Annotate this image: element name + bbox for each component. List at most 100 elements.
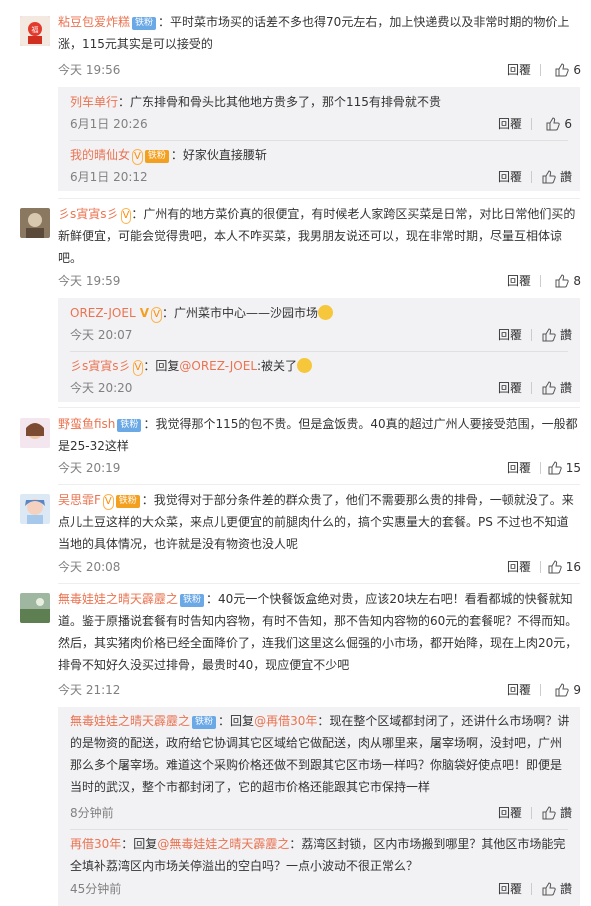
- like-label: 讚: [559, 381, 572, 395]
- reply-button[interactable]: 回覆: [507, 271, 531, 291]
- reply-thread: OREZ-JOEL V V ：广州菜市中心——沙园市场 今天 20:07 回覆 讚 …: [58, 298, 580, 402]
- divider: [540, 684, 541, 696]
- like-count: 16: [565, 560, 581, 574]
- vip-icon: V: [132, 360, 144, 376]
- fan-badge: 铁粉: [192, 716, 217, 729]
- divider: [70, 351, 568, 352]
- username-link[interactable]: 粘豆包爱炸糕: [58, 15, 130, 29]
- comment-footer: 今天 19:56 回覆 6: [58, 60, 581, 80]
- reply-prefix: 回复: [230, 714, 255, 728]
- timestamp: 6月1日 20:26: [70, 117, 148, 131]
- username-link[interactable]: OREZ-JOEL: [70, 306, 136, 320]
- reply-footer: 6月1日 20:26 回覆 6: [70, 114, 572, 134]
- reply-item: 再借30年：回复@無毒娃娃之晴天霹靂之：荔湾区封锁，区内市场搬到哪里？其他区市场…: [70, 833, 572, 877]
- reply-button[interactable]: 回覆: [507, 458, 531, 478]
- username-link[interactable]: 彡s寊寊s彡: [58, 207, 119, 221]
- divider: [58, 583, 580, 584]
- timestamp: 今天 20:08: [58, 560, 121, 574]
- comment-body: 無毒娃娃之晴天霹靂之 铁粉 ：40元一个快餐饭盒绝对贵，应该20块左右吧！看看都城的…: [58, 588, 580, 676]
- like-button[interactable]: 9: [555, 680, 581, 700]
- vip-icon: V: [151, 307, 162, 323]
- username-link[interactable]: 吴思霏F: [58, 493, 101, 507]
- like-button[interactable]: 6: [555, 60, 581, 80]
- comment-body: 彡s寊寊s彡 V ：广州有的地方菜价真的很便宜，有时候老人家跨区买菜是日常，对比日常…: [58, 203, 580, 269]
- colon: ：: [158, 15, 171, 29]
- username-link[interactable]: 無毒娃娃之晴天霹靂之: [70, 714, 190, 728]
- avatar[interactable]: [20, 418, 50, 448]
- reply-text: :被关了: [257, 359, 298, 373]
- like-count: 15: [565, 461, 581, 475]
- comment-footer: 今天 21:12 回覆 9: [58, 680, 581, 700]
- like-button[interactable]: 16: [548, 557, 581, 577]
- avatar[interactable]: [20, 593, 50, 623]
- thumbs-up-icon: [542, 806, 556, 820]
- timestamp: 今天 20:07: [70, 328, 133, 342]
- divider: [58, 484, 580, 485]
- username-link[interactable]: 野蛮鱼fish: [58, 417, 115, 431]
- reply-item: 列车单行：广东排骨和骨头比其他地方贵多了，那个115有排骨就不贵: [70, 91, 572, 113]
- divider: [540, 275, 541, 287]
- thumbs-up-icon: [555, 63, 570, 77]
- divider: [70, 829, 568, 830]
- verified-v-icon: V: [135, 306, 150, 320]
- reply-item: OREZ-JOEL V V ：广州菜市中心——沙园市场: [70, 302, 572, 324]
- avatar[interactable]: [20, 208, 50, 238]
- emoji-icon: [317, 305, 333, 320]
- divider: [70, 140, 568, 141]
- reply-button[interactable]: 回覆: [507, 60, 531, 80]
- username-link[interactable]: 我的晴仙女: [70, 148, 130, 162]
- like-button[interactable]: 6: [546, 114, 572, 134]
- username-link[interactable]: 彡s寊寊s彡: [70, 359, 131, 373]
- reply-button[interactable]: 回覆: [498, 167, 522, 187]
- like-button[interactable]: 8: [555, 271, 581, 291]
- vip-icon: V: [102, 494, 114, 510]
- like-button[interactable]: 讚: [542, 378, 572, 398]
- reply-button[interactable]: 回覆: [498, 879, 522, 899]
- like-button[interactable]: 讚: [542, 325, 572, 345]
- mention-link[interactable]: @無毒娃娃之晴天霹靂之: [157, 837, 289, 851]
- like-label: 讚: [559, 328, 572, 342]
- colon: ：: [206, 592, 219, 606]
- username-link[interactable]: 無毒娃娃之晴天霹靂之: [58, 592, 178, 606]
- like-button[interactable]: 讚: [542, 167, 572, 187]
- colon: ：: [143, 359, 156, 373]
- vip-icon: V: [120, 208, 132, 224]
- divider: [531, 171, 532, 183]
- mention-link[interactable]: @再借30年: [254, 714, 317, 728]
- like-count: 9: [573, 683, 581, 697]
- colon: ：: [170, 148, 183, 162]
- comment-footer: 今天 19:59 回覆 8: [58, 271, 581, 291]
- thumbs-up-icon: [542, 170, 556, 184]
- like-button[interactable]: 15: [548, 458, 581, 478]
- avatar[interactable]: 福: [20, 16, 50, 46]
- like-button[interactable]: 讚: [542, 803, 572, 823]
- reply-button[interactable]: 回覆: [498, 325, 522, 345]
- reply-button[interactable]: 回覆: [507, 557, 531, 577]
- reply-button[interactable]: 回覆: [507, 680, 531, 700]
- colon: ：: [121, 837, 134, 851]
- reply-button[interactable]: 回覆: [498, 114, 522, 134]
- username-link[interactable]: 列车单行: [70, 95, 118, 109]
- divider: [58, 198, 580, 199]
- reply-footer: 6月1日 20:12 回覆 讚: [70, 167, 572, 187]
- username-link[interactable]: 再借30年: [70, 837, 121, 851]
- like-count: 6: [573, 63, 581, 77]
- thumbs-up-icon: [548, 560, 562, 574]
- fan-badge: 铁粉: [132, 17, 157, 30]
- reply-item: 無毒娃娃之晴天霹靂之 铁粉 ：回复@再借30年：现在整个区域都封闭了，还讲什么市场啊…: [70, 710, 572, 798]
- divider: [531, 883, 532, 895]
- reply-button[interactable]: 回覆: [498, 378, 522, 398]
- timestamp: 今天 21:12: [58, 683, 121, 697]
- comment-body: 吴思霏F V 铁粉 ：我觉得对于部分条件差的群众贵了，他们不需要那么贵的排骨，一顿就没…: [58, 489, 580, 555]
- like-button[interactable]: 讚: [542, 879, 572, 899]
- reply-item: 彡s寊寊s彡 V ：回复@OREZ-JOEL:被关了: [70, 355, 572, 377]
- divider: [540, 64, 541, 76]
- reply-thread: 無毒娃娃之晴天霹靂之 铁粉 ：回复@再借30年：现在整个区域都封闭了，还讲什么市场啊…: [58, 707, 580, 906]
- avatar[interactable]: [20, 494, 50, 524]
- reply-button[interactable]: 回覆: [498, 803, 522, 823]
- reply-footer: 45分钟前 回覆 讚: [70, 879, 572, 899]
- timestamp: 今天 20:19: [58, 461, 121, 475]
- mention-link[interactable]: @OREZ-JOEL: [179, 359, 257, 373]
- thumbs-up-icon: [542, 381, 556, 395]
- comment-body: 粘豆包爱炸糕 铁粉 ：平时菜市场买的话差不多也得70元左右，加上快递费以及非常时期的…: [58, 11, 580, 55]
